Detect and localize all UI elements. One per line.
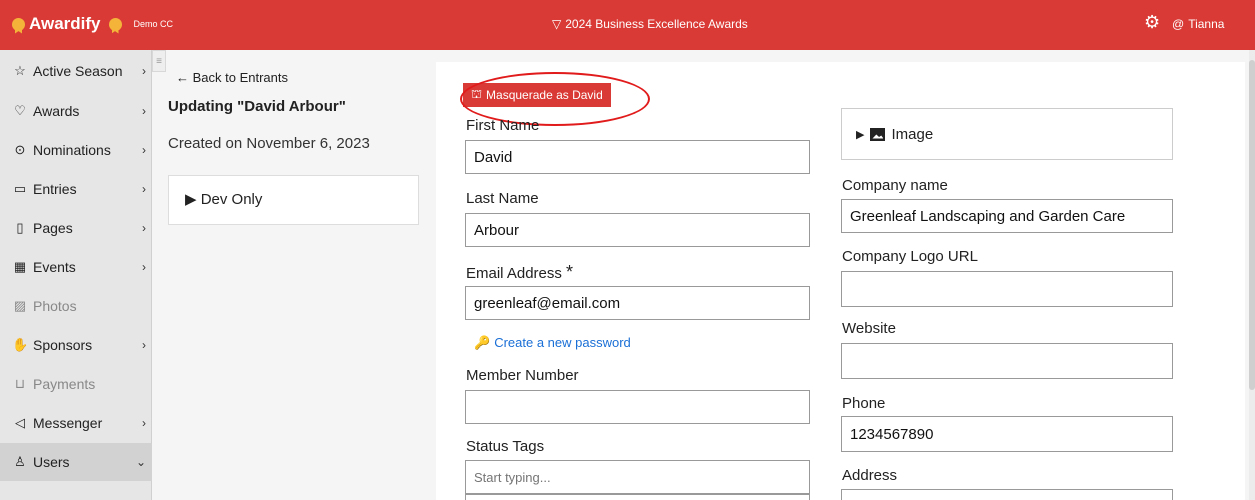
- company-logo-label: Company Logo URL: [842, 248, 978, 265]
- tenant-name: Demo CC: [133, 19, 174, 29]
- website-input[interactable]: [841, 343, 1173, 379]
- email-label-text: Email Address: [466, 265, 562, 282]
- page-title: Updating "David Arbour": [168, 98, 346, 115]
- top-bar: Awardify Demo CC ▽ 2024 Business Excelle…: [0, 0, 1255, 50]
- star-icon: ☆: [14, 63, 26, 78]
- brand-name: Awardify: [29, 14, 101, 33]
- sidebar-item-sponsors[interactable]: ✋ Sponsors ›: [0, 326, 152, 364]
- user-menu[interactable]: @ Tianna: [1172, 17, 1224, 31]
- chevron-right-icon: ›: [142, 260, 146, 274]
- cart-icon: ⊔: [14, 376, 26, 391]
- sidebar-item-label: Sponsors: [33, 337, 93, 353]
- key-icon: 🔑: [474, 335, 491, 350]
- scrollbar-thumb[interactable]: [1249, 60, 1255, 390]
- last-name-input[interactable]: [465, 213, 810, 247]
- sidebar-item-pages[interactable]: ▯ Pages ›: [0, 209, 152, 247]
- trophy-icon: ♡: [14, 103, 26, 118]
- sidebar: ☆ Active Season › ♡ Awards › ⊙ Nominatio…: [0, 50, 152, 500]
- sidebar-item-label: Entries: [33, 181, 77, 197]
- brand[interactable]: Awardify Demo CC: [12, 14, 173, 34]
- email-input[interactable]: [465, 286, 810, 320]
- user-name: Tianna: [1188, 17, 1225, 31]
- dev-only-disclosure[interactable]: ▶ Dev Only: [168, 175, 419, 225]
- sidebar-collapse-handle[interactable]: ≡: [152, 50, 166, 72]
- email-label: Email Address *: [466, 262, 573, 283]
- check-circle-icon: ⊙: [14, 142, 26, 157]
- photo-icon: ▨: [13, 298, 27, 313]
- sidebar-item-active-season[interactable]: ☆ Active Season ›: [0, 52, 152, 90]
- sidebar-item-label: Payments: [33, 376, 96, 392]
- website-label: Website: [842, 320, 896, 337]
- image-label: Image: [891, 125, 934, 143]
- phone-label: Phone: [842, 395, 886, 412]
- required-indicator: *: [566, 262, 574, 282]
- created-date: Created on November 6, 2023: [168, 135, 370, 152]
- sidebar-item-label: Pages: [33, 220, 73, 236]
- first-name-label: First Name: [466, 117, 540, 134]
- masquerade-label: Masquerade as David: [486, 88, 603, 102]
- chevron-right-icon: ›: [142, 416, 146, 430]
- award-ribbon-icon: [12, 17, 25, 31]
- chevron-right-icon: ›: [142, 338, 146, 352]
- back-to-entrants-link[interactable]: ← Back to Entrants: [176, 70, 288, 85]
- chevron-right-icon: ›: [142, 221, 146, 235]
- chevron-down-icon: ⌄: [135, 455, 146, 469]
- document-icon: ▯: [16, 220, 24, 235]
- building-icon: ⛫: [471, 87, 483, 101]
- sidebar-item-awards[interactable]: ♡ Awards ›: [0, 92, 152, 130]
- sidebar-item-label: Nominations: [33, 142, 111, 158]
- chevron-right-icon: ›: [142, 104, 146, 118]
- first-name-input[interactable]: [465, 140, 810, 174]
- sidebar-item-label: Active Season: [33, 63, 123, 79]
- user-icon: ♙: [14, 454, 26, 469]
- phone-input[interactable]: [841, 416, 1173, 452]
- sidebar-item-label: Awards: [33, 103, 80, 119]
- status-tags-input[interactable]: [465, 460, 810, 494]
- gear-icon[interactable]: ⚙: [1144, 13, 1160, 31]
- address-label: Address: [842, 467, 898, 484]
- send-icon: ◁: [15, 415, 25, 430]
- user-icon: @: [1172, 17, 1185, 31]
- status-tags-label: Status Tags: [466, 438, 545, 455]
- image-icon: [870, 127, 886, 141]
- company-logo-input[interactable]: [841, 271, 1173, 307]
- sidebar-item-messenger[interactable]: ◁ Messenger ›: [0, 404, 152, 442]
- create-password-label: Create a new password: [494, 335, 631, 350]
- sidebar-item-label: Users: [33, 454, 70, 470]
- sidebar-item-nominations[interactable]: ⊙ Nominations ›: [0, 131, 152, 169]
- calendar-icon: ▦: [13, 259, 27, 274]
- member-number-label: Member Number: [466, 367, 579, 384]
- sidebar-item-users[interactable]: ♙ Users ⌄: [0, 443, 152, 481]
- caret-right-icon: ▶: [856, 128, 865, 141]
- address-input[interactable]: [841, 489, 1173, 500]
- sidebar-item-payments[interactable]: ⊔ Payments: [0, 365, 152, 403]
- sidebar-item-label: Messenger: [33, 415, 103, 431]
- company-name-input[interactable]: [841, 199, 1173, 233]
- create-password-link[interactable]: 🔑 Create a new password: [474, 335, 631, 351]
- chevron-right-icon: ›: [142, 182, 146, 196]
- award-ribbon-icon: [108, 17, 122, 31]
- company-name-label: Company name: [842, 177, 948, 194]
- season-name: 2024 Business Excellence Awards: [565, 17, 748, 31]
- chevron-right-icon: ›: [142, 143, 146, 157]
- inbox-icon: ▭: [13, 181, 27, 196]
- image-disclosure[interactable]: ▶ Image: [841, 108, 1173, 160]
- trophy-icon: ▽: [552, 17, 562, 31]
- sidebar-item-entries[interactable]: ▭ Entries ›: [0, 170, 152, 208]
- sidebar-item-label: Events: [33, 259, 76, 275]
- status-tags-list: [465, 494, 810, 500]
- handshake-icon: ✋: [12, 337, 29, 352]
- last-name-label: Last Name: [466, 190, 539, 207]
- sidebar-item-events[interactable]: ▦ Events ›: [0, 248, 152, 286]
- sidebar-item-photos[interactable]: ▨ Photos: [0, 287, 152, 325]
- member-number-input[interactable]: [465, 390, 810, 424]
- masquerade-button[interactable]: ⛫ Masquerade as David: [463, 83, 611, 107]
- season-selector[interactable]: ▽ 2024 Business Excellence Awards: [552, 17, 748, 31]
- chevron-right-icon: ›: [142, 64, 146, 78]
- sidebar-item-label: Photos: [33, 298, 77, 314]
